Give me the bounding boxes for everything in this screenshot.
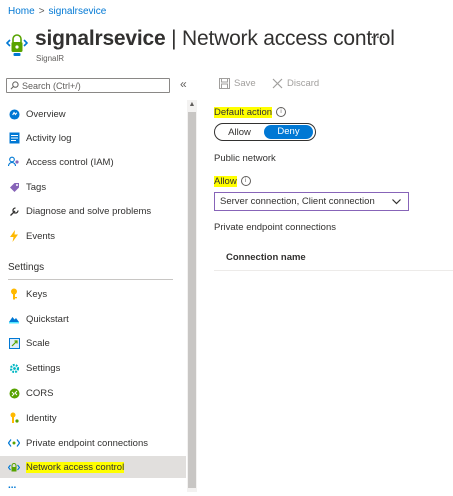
lightning-icon — [8, 230, 20, 242]
private-endpoint-label: Private endpoint connections — [214, 222, 336, 233]
allow-label: Allow — [214, 176, 237, 187]
sidebar-item-label: Identity — [26, 412, 57, 424]
search-placeholder: Search (Ctrl+/) — [22, 80, 81, 91]
default-action-label-row: Default action i — [214, 107, 287, 118]
public-network-label: Public network — [214, 153, 276, 164]
info-icon[interactable]: i — [240, 176, 251, 187]
breadcrumb-home-link[interactable]: Home — [8, 6, 35, 17]
sidebar-item-identity[interactable]: Identity — [0, 407, 186, 429]
default-action-label: Default action — [214, 107, 273, 118]
sidebar-item-label: Activity log — [26, 132, 72, 144]
sidebar-item-events[interactable]: Events — [0, 225, 186, 247]
sidebar-scrollbar-thumb[interactable] — [188, 112, 196, 488]
save-button[interactable]: Save — [219, 78, 256, 89]
breadcrumb: Home > signalrsevice — [8, 6, 106, 17]
title-divider: | — [165, 27, 183, 50]
info-icon[interactable]: i — [276, 107, 287, 118]
sidebar-item-label: Settings — [26, 362, 61, 374]
sidebar-item-label: Scale — [26, 337, 50, 349]
breadcrumb-resource-link[interactable]: signalrsevice — [49, 6, 107, 17]
allow-connections-dropdown[interactable]: Server connection, Client connection — [214, 192, 409, 211]
column-header-connection-name[interactable]: Connection name — [226, 252, 306, 263]
chevron-down-icon — [392, 199, 401, 205]
allow-label-row: Allow i — [214, 176, 251, 187]
save-icon — [219, 78, 230, 89]
page-title: signalrsevice | Network access control — [35, 27, 395, 51]
sidebar-item-keys[interactable]: Keys — [0, 283, 186, 305]
key-icon — [8, 288, 20, 300]
sidebar-item-label: Tags — [26, 181, 47, 193]
sidebar-item-settings[interactable]: Settings — [0, 357, 186, 379]
sidebar-item-label: Diagnose and solve problems — [26, 205, 152, 217]
sidebar-item-label: Quickstart — [26, 313, 69, 325]
save-label: Save — [234, 78, 256, 89]
activity-log-icon — [8, 132, 20, 144]
sidebar-item-label: CORS — [26, 387, 54, 399]
collapse-menu-button[interactable]: « — [180, 77, 187, 91]
tag-icon — [8, 181, 20, 193]
endpoint-icon — [8, 437, 20, 449]
sidebar-item-quickstart[interactable]: Quickstart — [0, 308, 186, 330]
toggle-option-allow[interactable]: Allow — [215, 127, 264, 138]
cors-icon — [8, 387, 20, 399]
sidebar-item-private-endpoint[interactable]: Private endpoint connections — [0, 432, 186, 454]
sidebar-item-label: Access control (IAM) — [26, 156, 114, 168]
sidebar-item-label: Overview — [26, 108, 66, 120]
page-title-text: Network access control — [182, 27, 395, 50]
sidebar-item-network-access-control[interactable]: Network access control — [0, 456, 186, 478]
network-icon — [8, 461, 20, 473]
toggle-option-deny[interactable]: Deny — [264, 125, 313, 139]
signalr-resource-icon — [5, 31, 29, 57]
sidebar-item-label: Keys — [26, 288, 48, 300]
scale-icon — [8, 337, 20, 349]
sidebar-item-access-control[interactable]: Access control (IAM) — [0, 151, 186, 173]
gear-icon — [8, 362, 20, 374]
sidebar-item-overview[interactable]: Overview — [0, 103, 186, 125]
resource-type-subtitle: SignalR — [36, 54, 65, 63]
discard-button[interactable]: Discard — [272, 78, 319, 89]
cloud-icon — [8, 313, 20, 325]
sidebar-item-cors[interactable]: CORS — [0, 382, 186, 404]
wrench-icon — [8, 205, 20, 217]
table-header-divider — [214, 270, 453, 271]
overview-icon — [8, 108, 20, 120]
settings-section-label: Settings — [8, 262, 45, 273]
identity-icon — [8, 412, 20, 424]
sidebar-item-label: Private endpoint connections — [26, 437, 148, 449]
sidebar-item-label: Network access control — [26, 461, 125, 473]
discard-label: Discard — [287, 78, 320, 89]
scroll-up-icon[interactable]: ▲ — [188, 101, 196, 109]
breadcrumb-separator: > — [38, 6, 45, 17]
resource-name: signalrsevice — [35, 27, 166, 50]
dropdown-selected-value: Server connection, Client connection — [220, 196, 375, 207]
default-action-toggle[interactable]: Allow Deny — [214, 123, 316, 141]
search-input[interactable]: Search (Ctrl+/) — [6, 78, 170, 93]
section-divider — [8, 279, 173, 280]
search-icon — [10, 81, 19, 90]
close-icon — [272, 78, 283, 89]
sidebar-item-diagnose[interactable]: Diagnose and solve problems — [0, 200, 186, 222]
more-actions-button[interactable]: ··· — [370, 28, 387, 44]
sidebar-item-scale[interactable]: Scale — [0, 332, 186, 354]
sidebar-item-activity-log[interactable]: Activity log — [0, 127, 186, 149]
iam-icon — [8, 156, 20, 168]
sidebar-item-tags[interactable]: Tags — [0, 176, 186, 198]
sidebar-more-indicator[interactable]: ... — [8, 480, 16, 491]
sidebar-item-label: Events — [26, 230, 56, 242]
